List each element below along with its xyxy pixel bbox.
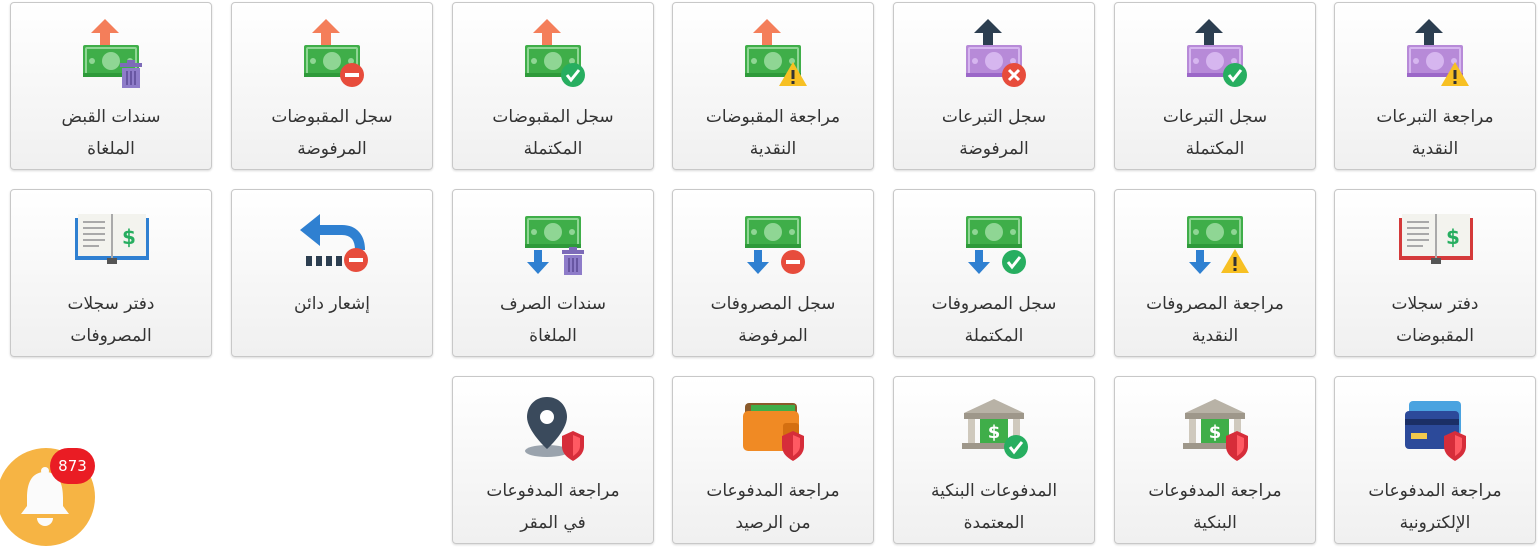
tile-expenses-completed-log[interactable]: سجل المصروفات المكتملة [893, 189, 1095, 357]
tile-label-line: مراجعة المدفوعات [1368, 481, 1502, 501]
money-down-check-icon [952, 204, 1036, 284]
tile-onsite-payments-review[interactable]: مراجعة المدفوعات في المقر [452, 376, 654, 544]
tile-receipts-cash-review[interactable]: مراجعة المقبوضات النقدية [672, 2, 874, 170]
money-up-purple-warning-icon [1393, 17, 1477, 97]
tile-label-line: مراجعة المصروفات [1146, 294, 1284, 314]
tile-label: مراجعة المدفوعات في المقر [459, 475, 647, 539]
tile-bank-payments-review[interactable]: $ مراجعة المدفوعات البنكية [1114, 376, 1316, 544]
tile-label: مراجعة المقبوضات النقدية [679, 101, 867, 165]
money-down-trash-icon [511, 204, 595, 284]
tile-donations-completed-log[interactable]: سجل التبرعات المكتملة [1114, 2, 1316, 170]
tile-label-line: مراجعة المدفوعات [706, 481, 840, 501]
tile-label: مراجعة المصروفات النقدية [1121, 288, 1309, 352]
tile-label-line: سجل المصروفات [710, 294, 836, 314]
money-up-orange-minus-icon [290, 17, 374, 97]
tile-label-line: النقدية [1411, 139, 1459, 159]
tile-cancelled-receipt-vouchers[interactable]: سندات القبض الملغاة [10, 2, 212, 170]
money-down-minus-icon [731, 204, 815, 284]
money-up-orange-warning-icon [731, 17, 815, 97]
tile-expenses-ledger[interactable]: $ دفتر سجلات المصروفات [10, 189, 212, 357]
tile-label: سندات الصرف الملغاة [459, 288, 647, 352]
tile-label-line: في المقر [520, 513, 586, 533]
tile-label-line: مراجعة التبرعات [1376, 107, 1494, 127]
tile-electronic-payments-review[interactable]: مراجعة المدفوعات الإلكترونية [1334, 376, 1536, 544]
ledger-book-red-icon: $ [1393, 204, 1477, 284]
tile-donations-cash-review[interactable]: مراجعة التبرعات النقدية [1334, 2, 1536, 170]
tile-label-line: دفتر سجلات [1391, 294, 1479, 314]
tile-label: مراجعة المدفوعات الإلكترونية [1341, 475, 1529, 539]
tile-label-line: مراجعة المقبوضات [705, 107, 841, 127]
tile-label-line: المعتمدة [963, 513, 1025, 533]
svg-text:$: $ [122, 225, 136, 249]
tile-label-line: الملغاة [529, 326, 577, 346]
return-arrow-minus-icon [290, 204, 374, 284]
bank-shield-icon: $ [1173, 391, 1257, 471]
tile-expenses-cash-review[interactable]: مراجعة المصروفات النقدية [1114, 189, 1316, 357]
tile-label-line: المصروفات [70, 326, 152, 346]
wallet-shield-icon [731, 391, 815, 471]
tile-label-line: المرفوضة [297, 139, 367, 159]
tile-label-line: سجل المصروفات [931, 294, 1057, 314]
tile-label-line: مراجعة المدفوعات [1148, 481, 1282, 501]
money-down-warning-icon [1173, 204, 1257, 284]
tile-label: مراجعة المدفوعات البنكية [1121, 475, 1309, 539]
svg-text:$: $ [1209, 422, 1222, 443]
location-pin-shield-icon [511, 391, 595, 471]
tile-credit-notice[interactable]: إشعار دائن [231, 189, 433, 357]
tile-label-line: المرفوضة [959, 139, 1029, 159]
tile-label-line: المدفوعات البنكية [930, 481, 1058, 501]
tile-label: دفتر سجلات المصروفات [17, 288, 205, 352]
tile-label-line: سجل المقبوضات [271, 107, 393, 127]
tile-donations-rejected-log[interactable]: سجل التبرعات المرفوضة [893, 2, 1095, 170]
tile-label-line: النقدية [1191, 326, 1239, 346]
tile-balance-payments-review[interactable]: مراجعة المدفوعات من الرصيد [672, 376, 874, 544]
tile-label-line: سندات القبض [61, 107, 161, 127]
tile-label: إشعار دائن [238, 288, 426, 320]
svg-text:$: $ [1446, 225, 1460, 249]
tile-label: المدفوعات البنكية المعتمدة [900, 475, 1088, 539]
money-up-purple-check-icon [1173, 17, 1257, 97]
tile-label-line: المقبوضات [1396, 326, 1474, 346]
tile-label-line: مراجعة المدفوعات [486, 481, 620, 501]
notification-count-badge: 873 [50, 448, 95, 484]
svg-text:$: $ [988, 422, 1001, 443]
tile-label-line: إشعار دائن [294, 294, 370, 314]
tile-label: مراجعة المدفوعات من الرصيد [679, 475, 867, 539]
tile-label: سجل التبرعات المرفوضة [900, 101, 1088, 165]
tile-label-line: المكتملة [523, 139, 583, 159]
tile-label-line: سجل المقبوضات [492, 107, 614, 127]
tile-label-line: المرفوضة [738, 326, 808, 346]
tile-label: سجل المقبوضات المكتملة [459, 101, 647, 165]
tile-label: سجل التبرعات المكتملة [1121, 101, 1309, 165]
tile-label-line: الملغاة [87, 139, 135, 159]
tile-label-line: سندات الصرف [499, 294, 607, 314]
tile-label: سجل المصروفات المرفوضة [679, 288, 867, 352]
tile-label-line: المكتملة [1185, 139, 1245, 159]
tile-label-line: المكتملة [964, 326, 1024, 346]
tile-approved-bank-payments[interactable]: $ المدفوعات البنكية المعتمدة [893, 376, 1095, 544]
tile-label-line: سجل التبرعات [941, 107, 1047, 127]
tile-cancelled-payment-vouchers[interactable]: سندات الصرف الملغاة [452, 189, 654, 357]
tile-receipts-ledger[interactable]: $ دفتر سجلات المقبوضات [1334, 189, 1536, 357]
tile-label-line: النقدية [749, 139, 797, 159]
money-up-purple-x-icon [952, 17, 1036, 97]
tile-label-line: سجل التبرعات [1162, 107, 1268, 127]
tile-receipts-rejected-log[interactable]: سجل المقبوضات المرفوضة [231, 2, 433, 170]
tile-receipts-completed-log[interactable]: سجل المقبوضات المكتملة [452, 2, 654, 170]
tile-label: دفتر سجلات المقبوضات [1341, 288, 1529, 352]
tile-label-line: البنكية [1193, 513, 1237, 533]
tile-label: سجل المقبوضات المرفوضة [238, 101, 426, 165]
tile-label-line: دفتر سجلات [67, 294, 155, 314]
bank-check-icon: $ [952, 391, 1036, 471]
money-up-orange-trash-icon [69, 17, 153, 97]
tile-label-line: الإلكترونية [1399, 513, 1471, 533]
tile-label: مراجعة التبرعات النقدية [1341, 101, 1529, 165]
tile-label: سندات القبض الملغاة [17, 101, 205, 165]
tile-label: سجل المصروفات المكتملة [900, 288, 1088, 352]
tile-label-line: من الرصيد [735, 513, 811, 533]
ledger-book-blue-icon: $ [69, 204, 153, 284]
tile-expenses-rejected-log[interactable]: سجل المصروفات المرفوضة [672, 189, 874, 357]
money-up-orange-check-icon [511, 17, 595, 97]
credit-card-shield-icon [1393, 391, 1477, 471]
